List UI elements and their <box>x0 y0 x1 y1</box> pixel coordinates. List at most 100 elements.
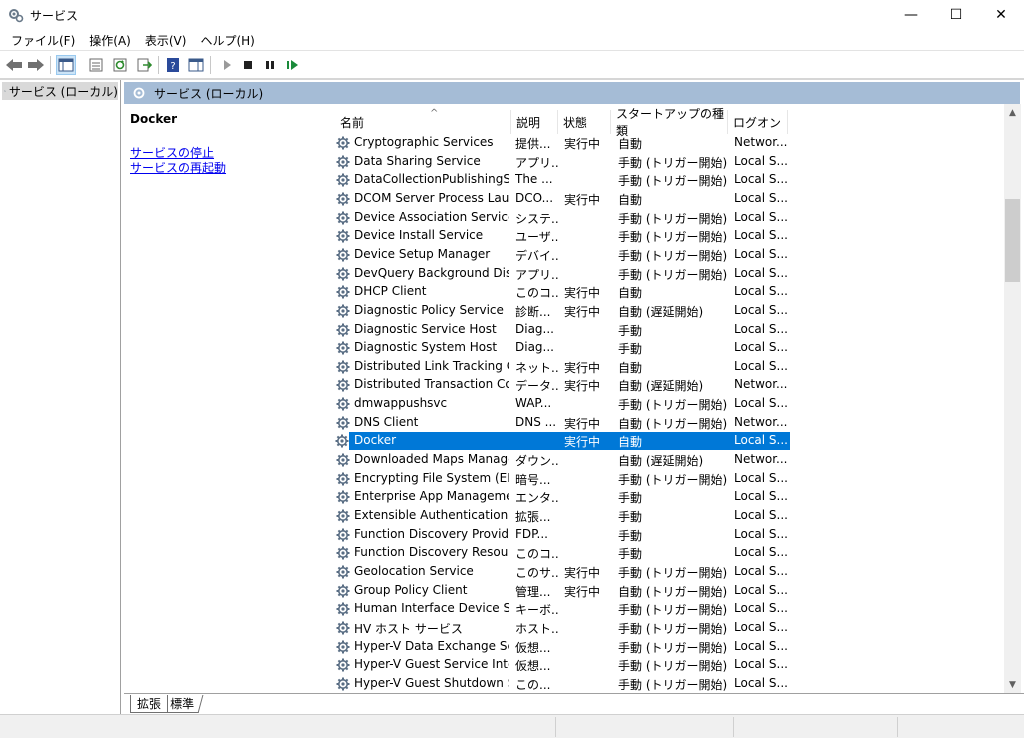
service-logon-cell: Local S... <box>734 321 788 336</box>
service-startup-cell: 自動 (トリガー開始) <box>618 584 728 599</box>
service-status-cell: 実行中 <box>564 137 601 151</box>
service-description-cell: Diag... <box>515 321 554 336</box>
stop-service-button[interactable] <box>238 55 258 75</box>
service-description-cell: 暗号... <box>515 472 551 487</box>
table-row[interactable]: Diagnostic System Host Diag... 手動 Local S..… <box>334 339 790 357</box>
service-name-cell: Hyper-V Guest Service Interf... <box>354 657 509 672</box>
service-startup-cell: 手動 <box>618 342 643 357</box>
table-row[interactable]: Geolocation Service このサ... 実行中 手動 (トリガー開始) L… <box>334 563 790 581</box>
vertical-scrollbar[interactable]: ▲ ▼ <box>1004 104 1021 693</box>
tab-standard[interactable]: 標準 <box>161 695 204 713</box>
service-name-cell: Geolocation Service <box>354 563 474 578</box>
properties-view-button[interactable] <box>86 55 106 75</box>
menu-view[interactable]: 表示(V) <box>138 30 194 50</box>
tree-item-services-local[interactable]: サービス (ローカル) <box>2 82 118 100</box>
table-row[interactable]: Docker 実行中 自動 Local S... <box>335 432 790 451</box>
service-name-cell: DevQuery Background Disc... <box>354 265 509 280</box>
table-row[interactable]: DCOM Server Process Laun... DCO... 実行中 自動 Lo… <box>334 190 790 208</box>
service-description-cell: キーボ... <box>515 603 559 618</box>
column-header-description[interactable]: 説明 <box>510 110 557 134</box>
forward-button[interactable] <box>26 55 46 75</box>
table-row[interactable]: Hyper-V Data Exchange Ser... 仮想... 手動 (トリガ… <box>334 638 790 656</box>
table-row[interactable]: dmwappushsvc WAP... 手動 (トリガー開始) Local S... <box>334 395 790 413</box>
service-gear-icon <box>336 508 352 524</box>
service-description-cell: ユーザ... <box>515 230 559 245</box>
start-service-button[interactable] <box>217 55 237 75</box>
service-startup-cell: 手動 (トリガー開始) <box>618 174 728 189</box>
service-startup-cell: 自動 <box>618 435 643 450</box>
table-row[interactable]: DevQuery Background Disc... アプリ... 手動 (トリガ… <box>334 265 790 283</box>
menu-help[interactable]: ヘルプ(H) <box>193 30 261 50</box>
show-action-pane-button[interactable] <box>186 55 206 75</box>
service-gear-icon <box>336 191 352 207</box>
details-pane: サービス (ローカル) Docker サービスの停止 サービスの再起動 名前 ^… <box>124 80 1024 714</box>
service-logon-cell: Local S... <box>734 619 788 634</box>
column-name-label: 名前 <box>340 115 365 130</box>
maximize-button[interactable]: ☐ <box>933 0 979 30</box>
table-row[interactable]: DNS Client DNS ... 実行中 自動 (トリガー開始) Networ... <box>334 414 790 432</box>
table-row[interactable]: Function Discovery Provider... FDP... 手動 Lo… <box>334 526 790 544</box>
service-description-cell: ホスト... <box>515 621 559 636</box>
table-row[interactable]: Diagnostic Policy Service 診断... 実行中 自動 (遅延開… <box>334 302 790 320</box>
table-row[interactable]: Human Interface Device Ser... キーボ... 手動 (ト… <box>334 600 790 618</box>
service-startup-cell: 自動 (遅延開始) <box>618 454 704 469</box>
table-row[interactable]: DataCollectionPublishingSe... The ... 手動 (… <box>334 171 790 189</box>
service-status-cell: 実行中 <box>564 304 601 319</box>
tree-item-label: サービス (ローカル) <box>8 84 118 99</box>
service-gear-icon <box>336 210 352 226</box>
toolbar-separator <box>158 56 159 74</box>
menu-file[interactable]: ファイル(F) <box>4 30 82 50</box>
table-row[interactable]: Device Setup Manager デバイ... 手動 (トリガー開始) Loc… <box>334 246 790 264</box>
help-button[interactable]: ? <box>163 55 183 75</box>
column-header-status[interactable]: 状態 <box>557 110 610 134</box>
restart-service-link[interactable]: サービスの再起動 <box>130 159 226 176</box>
table-row[interactable]: DHCP Client このコ... 実行中 自動 Local S... <box>334 283 790 301</box>
table-row[interactable]: Group Policy Client 管理... 実行中 自動 (トリガー開始) Lo… <box>334 582 790 600</box>
column-header-startup-type[interactable]: スタートアップの種類 <box>610 107 727 138</box>
table-row[interactable]: Encrypting File System (EFS) 暗号... 手動 (トリガ… <box>334 470 790 488</box>
table-row[interactable]: Cryptographic Services 提供... 実行中 自動 Networ..… <box>334 134 790 152</box>
service-startup-cell: 手動 (トリガー開始) <box>618 267 728 282</box>
table-row[interactable]: Distributed Transaction Coo... データ... 実行中 自… <box>334 376 790 394</box>
service-startup-cell: 手動 (トリガー開始) <box>618 472 728 487</box>
table-row[interactable]: Data Sharing Service アプリ... 手動 (トリガー開始) Loc… <box>334 153 790 171</box>
pane-header-title: サービス (ローカル) <box>154 86 264 101</box>
refresh-button[interactable] <box>110 55 130 75</box>
table-row[interactable]: Downloaded Maps Manager ダウン... 自動 (遅延開始) Ne… <box>334 451 790 469</box>
service-name-cell: Function Discovery Provider... <box>354 526 509 541</box>
table-row[interactable]: Distributed Link Tracking Cli... ネット... 実行… <box>334 358 790 376</box>
service-name-cell: Hyper-V Data Exchange Ser... <box>354 638 509 653</box>
minimize-button[interactable]: — <box>888 0 934 30</box>
pause-service-button[interactable] <box>260 55 280 75</box>
table-row[interactable]: Hyper-V Guest Service Interf... 仮想... 手動 (… <box>334 656 790 674</box>
table-row[interactable]: Device Association Service システ... 手動 (トリガー… <box>334 209 790 227</box>
play-icon <box>224 60 231 70</box>
service-description-cell: DCO... <box>515 190 554 205</box>
service-startup-cell: 手動 (トリガー開始) <box>618 677 728 692</box>
table-row[interactable]: Function Discovery Resourc... このコ... 手動 Loc… <box>334 544 790 562</box>
column-header-name[interactable]: 名前 ^ <box>334 108 510 134</box>
scroll-up-button[interactable]: ▲ <box>1004 104 1021 121</box>
status-divider <box>733 717 734 737</box>
restart-service-button[interactable] <box>283 55 303 75</box>
close-button[interactable]: ✕ <box>978 0 1024 30</box>
menu-action[interactable]: 操作(A) <box>82 30 138 50</box>
scroll-down-button[interactable]: ▼ <box>1004 676 1021 693</box>
service-gear-icon <box>336 396 352 412</box>
show-hide-console-tree-button[interactable] <box>56 55 76 75</box>
service-description-cell: 管理... <box>515 584 551 599</box>
column-separator[interactable] <box>787 110 788 134</box>
export-list-button[interactable] <box>134 55 154 75</box>
table-row[interactable]: Diagnostic Service Host Diag... 手動 Local S.… <box>334 321 790 339</box>
service-startup-cell: 自動 <box>618 137 643 151</box>
table-row[interactable]: Device Install Service ユーザ... 手動 (トリガー開始) L… <box>334 227 790 245</box>
service-logon-cell: Local S... <box>734 638 788 653</box>
back-button[interactable] <box>4 55 24 75</box>
table-row[interactable]: Extensible Authentication P... 拡張... 手動 Loc… <box>334 507 790 525</box>
column-header-logon[interactable]: ログオン <box>727 110 787 134</box>
table-row[interactable]: HV ホスト サービス ホスト... 手動 (トリガー開始) Local S... <box>334 619 790 637</box>
table-row[interactable]: Enterprise App Managemen... エンタ... 手動 Local… <box>334 488 790 506</box>
scrollbar-thumb[interactable] <box>1005 199 1020 282</box>
service-logon-cell: Networ... <box>734 452 788 467</box>
table-row[interactable]: Hyper-V Guest Shutdown S... この... 手動 (トリガー… <box>334 675 790 693</box>
